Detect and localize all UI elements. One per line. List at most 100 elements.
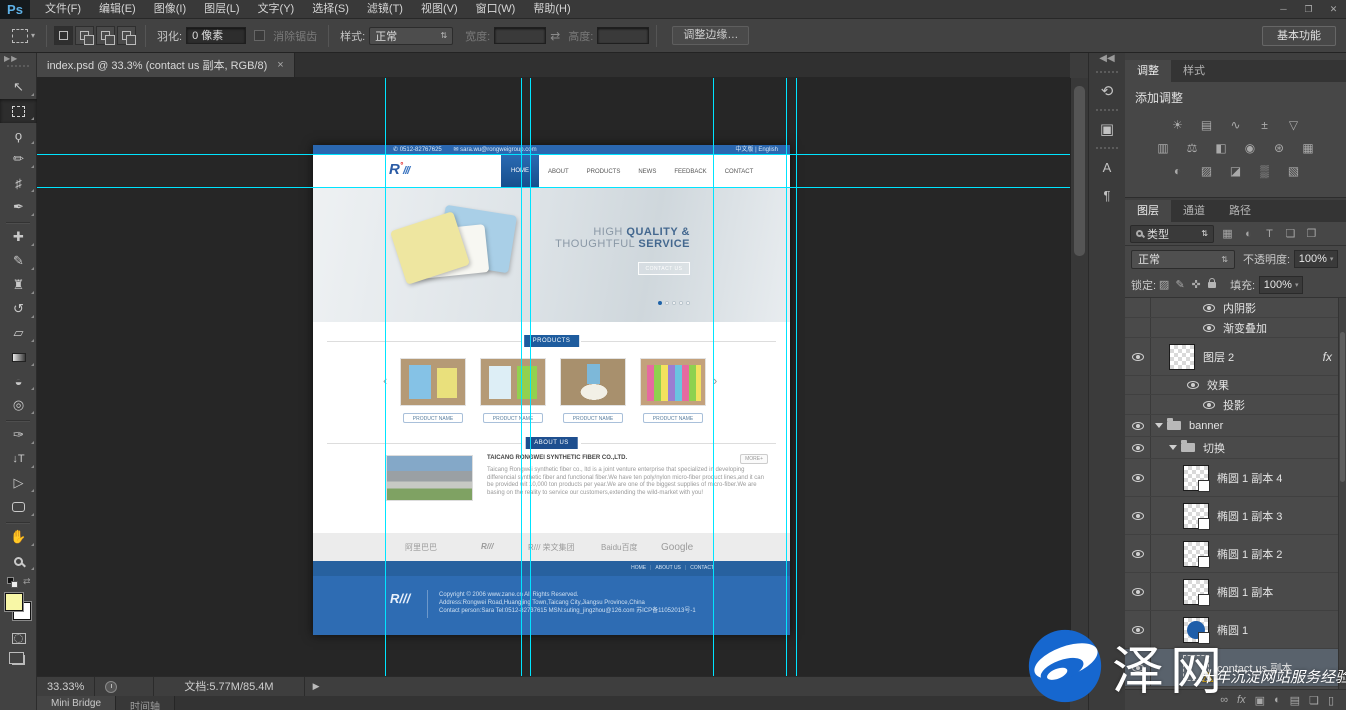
dodge-tool[interactable]: ◎ [0,393,37,417]
ps-logo[interactable]: Ps [0,0,30,19]
guide-vertical[interactable] [385,78,386,676]
photo-filter-icon[interactable]: ◉ [1240,140,1260,156]
filter-type-icon[interactable]: T [1262,228,1277,240]
text-layer-thumbnail[interactable]: ⚠ [1183,655,1209,681]
quick-selection-tool[interactable]: ✏ [0,147,37,171]
toolbar-grip[interactable] [7,65,29,69]
restore-button[interactable]: ❐ [1296,0,1321,19]
layer-row-switch-group[interactable]: 切换 [1125,437,1346,459]
blend-mode-dropdown[interactable]: 正常 ⇅ [1131,250,1235,269]
threshold-icon[interactable]: ◪ [1226,163,1246,179]
black-white-icon[interactable]: ◧ [1211,140,1231,156]
guide-horizontal[interactable] [37,154,1070,155]
type-tool[interactable]: ↓T [0,447,37,471]
menu-image[interactable]: 图像(I) [145,0,195,19]
close-button[interactable]: ✕ [1321,0,1346,19]
visibility-eye-icon[interactable] [1187,381,1199,389]
color-lookup-icon[interactable]: ▦ [1298,140,1318,156]
paragraph-panel-button[interactable]: ¶ [1089,181,1125,209]
curves-icon[interactable]: ∿ [1226,117,1246,133]
tab-layers[interactable]: 图层 [1125,200,1171,222]
foreground-color-swatch[interactable] [5,593,23,611]
layer-row-gradient-overlay[interactable]: 渐变叠加 [1125,318,1346,338]
lock-all-icon[interactable] [1208,282,1216,288]
guide-vertical[interactable] [796,78,797,676]
menu-filter[interactable]: 滤镜(T) [358,0,412,19]
brush-tool[interactable]: ✎ [0,249,37,273]
rectangular-marquee-tool[interactable] [0,99,37,123]
filter-type-dropdown[interactable]: 类型 ⇅ [1130,225,1214,243]
panel-grip[interactable] [1096,109,1118,113]
document-canvas[interactable]: ✆ 0512-82767625 ✉ sara.wu@rongweigroup.c… [37,78,1070,676]
layer-row-contact-us-copy-selected[interactable]: ⚠ contact us 副本 [1125,649,1346,687]
visibility-eye-icon[interactable] [1132,512,1144,520]
filter-pixel-icon[interactable]: ▦ [1220,227,1235,240]
filter-shape-icon[interactable]: ❏ [1283,227,1298,240]
screen-mode-button[interactable] [0,649,37,671]
zoom-level-field[interactable]: 33.33% [37,677,95,697]
tab-paths[interactable]: 路径 [1217,200,1263,222]
new-group-icon[interactable]: ▤ [1290,694,1300,707]
minimize-button[interactable]: ─ [1271,0,1296,19]
layer-row-ellipse-copy[interactable]: 椭圆 1 副本 [1125,573,1346,611]
shape-layer-thumbnail[interactable] [1183,579,1209,605]
width-input[interactable] [494,27,546,44]
refine-edge-button[interactable]: 调整边缘… [672,26,749,45]
properties-panel-button[interactable]: ▣ [1089,115,1125,143]
shape-layer-thumbnail[interactable] [1183,465,1209,491]
feather-input[interactable]: 0 像素 [186,27,246,44]
menu-select[interactable]: 选择(S) [303,0,358,19]
panel-grip[interactable] [1096,71,1118,75]
visibility-eye-icon[interactable] [1132,474,1144,482]
tab-channels[interactable]: 通道 [1171,200,1217,222]
canvas-scrollbar[interactable] [1070,78,1088,676]
visibility-eye-icon[interactable] [1132,550,1144,558]
lock-pixels-icon[interactable]: ✎ [1172,278,1188,291]
history-panel-button[interactable]: ⟲ [1089,77,1125,105]
filter-smart-object-icon[interactable]: ❐ [1304,227,1319,240]
selection-mode-subtract-button[interactable] [96,26,115,45]
workspace-button[interactable]: 基本功能 [1262,26,1336,46]
shape-tool[interactable] [0,495,37,519]
visibility-eye-icon[interactable] [1132,422,1144,430]
expand-triangle-icon[interactable] [1155,423,1163,428]
swap-colors-icon[interactable]: ⇄ [23,576,31,587]
tab-mini-bridge[interactable]: Mini Bridge [37,696,116,710]
hue-saturation-icon[interactable]: ▥ [1153,140,1173,156]
tab-adjustments[interactable]: 调整 [1125,60,1171,82]
crop-tool[interactable]: ♯ [0,171,37,195]
menu-file[interactable]: 文件(F) [36,0,90,19]
layer-row-layer2[interactable]: 图层 2 fx [1125,338,1346,376]
layers-scrollbar-thumb[interactable] [1340,332,1345,482]
guide-vertical[interactable] [521,78,522,676]
menu-edit[interactable]: 编辑(E) [90,0,145,19]
pen-tool[interactable]: ✑ [0,423,37,447]
link-layers-icon[interactable]: ∞ [1220,694,1228,706]
fx-badge[interactable]: fx [1323,350,1332,364]
document-tab[interactable]: index.psd @ 33.3% (contact us 副本, RGB/8)… [37,52,295,77]
invert-icon[interactable]: ◐ [1168,163,1188,179]
selection-mode-intersect-button[interactable] [117,26,136,45]
visibility-eye-icon[interactable] [1203,401,1215,409]
delete-layer-icon[interactable]: ▯ [1328,694,1334,707]
zoom-tool[interactable] [0,549,37,573]
new-layer-icon[interactable]: ❏ [1309,694,1319,707]
layer-row-ellipse-copy4[interactable]: 椭圆 1 副本 4 [1125,459,1346,497]
layer-row-drop-shadow[interactable]: 投影 [1125,395,1346,415]
status-options-arrow[interactable]: ▶ [313,681,320,692]
exposure-icon[interactable]: ± [1255,117,1275,133]
history-brush-tool[interactable]: ↺ [0,297,37,321]
visibility-eye-icon[interactable] [1132,588,1144,596]
expand-triangle-icon[interactable] [1169,445,1177,450]
visibility-eye-icon[interactable] [1203,304,1215,312]
hand-tool[interactable]: ✋ [0,525,37,549]
visibility-eye-icon[interactable] [1132,626,1144,634]
channel-mixer-icon[interactable]: ⊛ [1269,140,1289,156]
guide-vertical[interactable] [713,78,714,676]
menu-type[interactable]: 文字(Y) [249,0,304,19]
toolbar-collapse-icon[interactable]: ▶▶ [0,53,36,65]
menu-window[interactable]: 窗口(W) [467,0,525,19]
tab-close-icon[interactable]: × [277,59,283,71]
tab-styles[interactable]: 样式 [1171,60,1217,82]
opacity-field[interactable]: 100%▾ [1294,250,1338,268]
